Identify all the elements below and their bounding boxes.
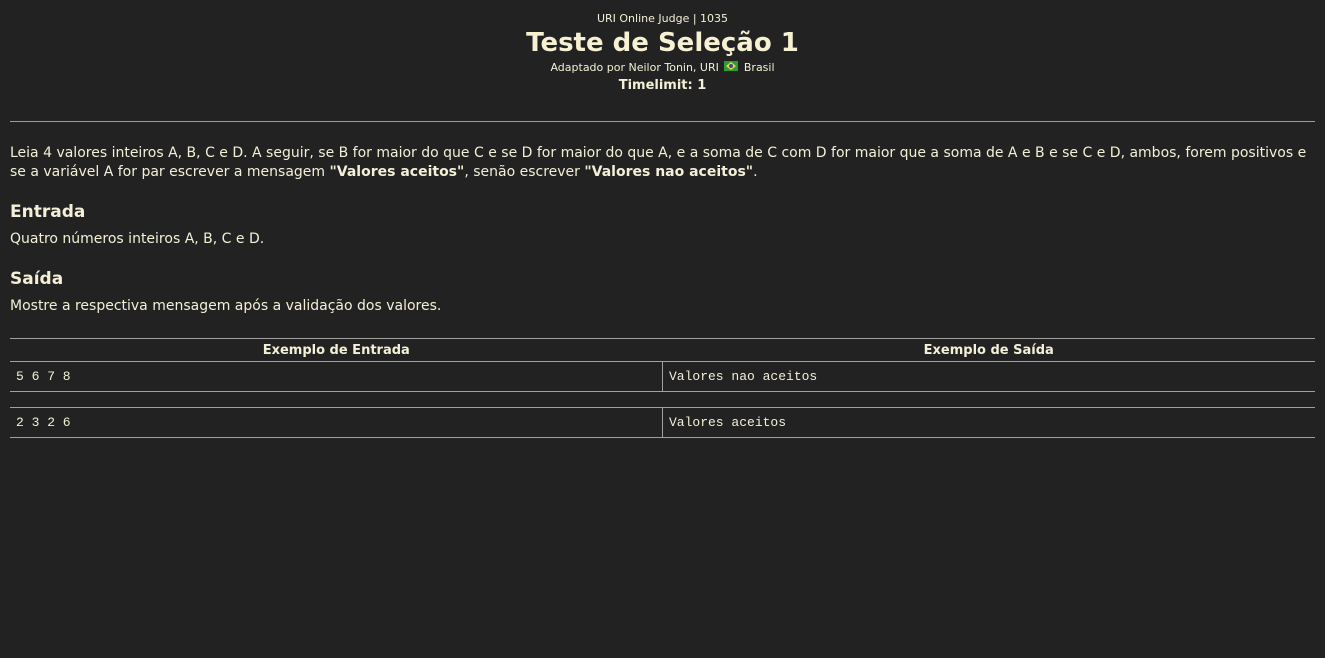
- input-section-title: Entrada: [10, 202, 86, 222]
- problem-description: Leia 4 valores inteiros A, B, C e D. A s…: [10, 144, 1315, 182]
- samples-table: Exemplo de Entrada Exemplo de Saída 5 6 …: [10, 338, 1315, 438]
- sample-input-cell: 2 3 2 6: [10, 407, 663, 438]
- sample-output-header: Exemplo de Saída: [662, 338, 1315, 362]
- judge-line: URI Online Judge | 1035: [596, 12, 729, 25]
- adapted-country: Brasil: [743, 61, 775, 74]
- sample-output-cell: Valores nao aceitos: [662, 361, 1315, 392]
- input-section-text: Quatro números inteiros A, B, C e D.: [10, 231, 265, 247]
- table-row-spacer: [10, 391, 1315, 408]
- brazil-flag-icon: [724, 61, 739, 71]
- spacer-cell: [10, 391, 1315, 408]
- table-row: 2 3 2 6 Valores aceitos: [10, 407, 1315, 438]
- output-section-title: Saída: [10, 269, 64, 289]
- problem-title: Teste de Seleção 1: [526, 28, 799, 58]
- problem-content: Leia 4 valores inteiros A, B, C e D. A s…: [10, 144, 1315, 316]
- problem-header: URI Online Judge | 1035 Teste de Seleção…: [0, 0, 1325, 94]
- adapted-by: Adaptado por Neilor Tonin, URI Brasil: [0, 61, 1325, 75]
- sample-output-cell: Valores aceitos: [662, 407, 1315, 438]
- description-text-3: .: [753, 164, 758, 180]
- output-section-text: Mostre a respectiva mensagem após a vali…: [10, 298, 442, 314]
- description-bold-2: "Valores nao aceitos": [584, 164, 754, 180]
- description-bold-1: "Valores aceitos": [329, 164, 465, 180]
- adapted-by-text: Adaptado por Neilor Tonin, URI: [550, 61, 719, 74]
- header-divider: [10, 121, 1315, 122]
- sample-input-cell: 5 6 7 8: [10, 361, 663, 392]
- timelimit: Timelimit: 1: [618, 78, 707, 93]
- samples-header-row: Exemplo de Entrada Exemplo de Saída: [10, 338, 1315, 362]
- description-text-2: , senão escrever: [464, 164, 585, 180]
- sample-input-header: Exemplo de Entrada: [10, 338, 663, 362]
- table-row: 5 6 7 8 Valores nao aceitos: [10, 361, 1315, 392]
